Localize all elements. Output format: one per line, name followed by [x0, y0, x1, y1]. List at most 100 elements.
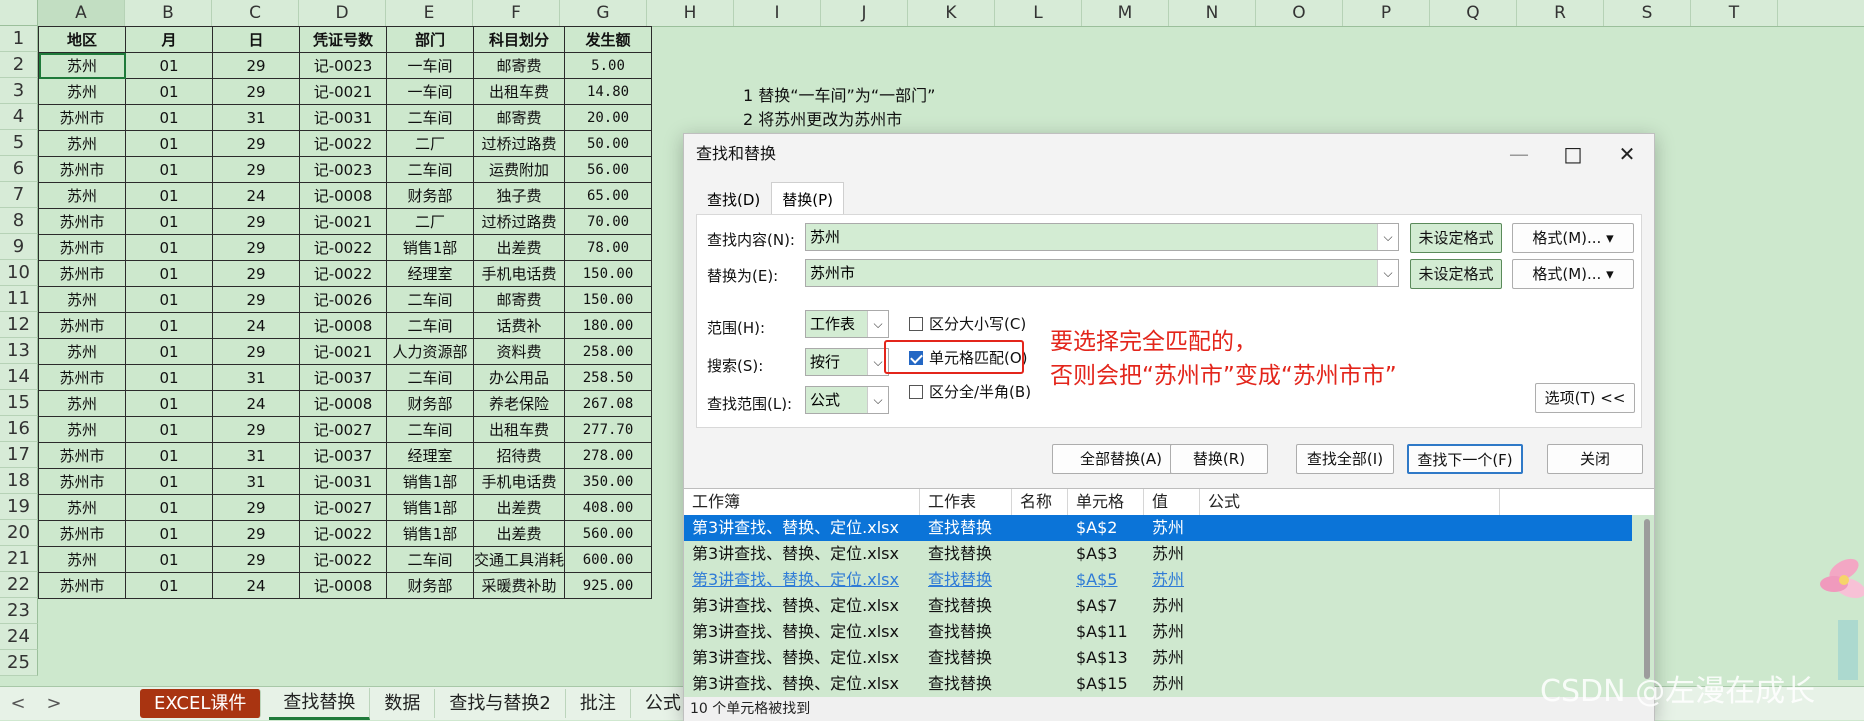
- replace-button[interactable]: 替换(R): [1170, 444, 1268, 474]
- table-cell[interactable]: 二车间: [386, 286, 474, 313]
- replace-format-button[interactable]: 格式(M)... ▾: [1512, 259, 1634, 289]
- data-table[interactable]: 地区月日凭证号数 部门 科目划分 发生额 苏州 01 29 记-0023 一车间 邮寄费 5.00 苏…: [38, 26, 653, 599]
- tab-find[interactable]: 查找(D): [696, 182, 771, 217]
- row-header[interactable]: 23: [0, 598, 38, 624]
- select-all-corner[interactable]: [0, 0, 38, 26]
- result-column-header[interactable]: 工作簿: [684, 489, 920, 515]
- row-header[interactable]: 4: [0, 104, 38, 130]
- table-cell[interactable]: 24: [212, 182, 300, 209]
- row-header[interactable]: 5: [0, 130, 38, 156]
- results-scrollbar[interactable]: [1644, 519, 1650, 679]
- close-icon[interactable]: ✕: [1600, 134, 1654, 174]
- column-header[interactable]: F: [473, 0, 560, 26]
- row-header[interactable]: 3: [0, 78, 38, 104]
- chevron-down-icon[interactable]: ⌵: [867, 311, 888, 337]
- column-header[interactable]: I: [734, 0, 821, 26]
- table-cell[interactable]: 经理室: [386, 260, 474, 287]
- next-sheet-button[interactable]: >: [36, 693, 72, 714]
- column-header[interactable]: G: [560, 0, 647, 26]
- table-cell[interactable]: 二车间: [386, 416, 474, 443]
- table-cell[interactable]: 苏州市: [38, 572, 126, 599]
- table-cell[interactable]: 手机电话费: [472, 260, 566, 287]
- table-cell[interactable]: 01: [125, 468, 213, 495]
- table-cell[interactable]: 苏州: [38, 546, 126, 573]
- table-cell[interactable]: 01: [125, 182, 213, 209]
- column-header[interactable]: J: [821, 0, 908, 26]
- table-cell[interactable]: 267.08: [564, 390, 653, 417]
- replace-format-status-button[interactable]: 未设定格式: [1410, 259, 1502, 289]
- table-cell[interactable]: 29: [212, 208, 300, 235]
- table-cell[interactable]: 31: [212, 442, 300, 469]
- table-cell[interactable]: 苏州市: [38, 364, 126, 391]
- table-cell[interactable]: 记-0008: [299, 182, 387, 209]
- table-cell[interactable]: 记-0031: [299, 104, 387, 131]
- table-cell[interactable]: 苏州市: [38, 156, 126, 183]
- row-header[interactable]: 6: [0, 156, 38, 182]
- column-heading[interactable]: 凭证号数: [299, 26, 387, 53]
- row-header[interactable]: 2: [0, 52, 38, 78]
- column-header[interactable]: K: [908, 0, 995, 26]
- table-cell[interactable]: 记-0037: [299, 442, 387, 469]
- close-button[interactable]: 关闭: [1547, 444, 1643, 474]
- table-cell[interactable]: 二车间: [386, 104, 474, 131]
- table-cell[interactable]: 苏州市: [38, 208, 126, 235]
- find-format-button[interactable]: 格式(M)... ▾: [1512, 223, 1634, 253]
- row-header[interactable]: 14: [0, 364, 38, 390]
- look-in-select[interactable]: 公式 ⌵: [805, 386, 889, 414]
- column-header[interactable]: Q: [1430, 0, 1517, 26]
- table-cell[interactable]: 苏州市: [38, 442, 126, 469]
- table-cell[interactable]: 财务部: [386, 182, 474, 209]
- row-header[interactable]: 18: [0, 468, 38, 494]
- result-row[interactable]: 第3讲查找、替换、定位.xlsx 查找替换 $A$2 苏州: [684, 515, 1632, 541]
- column-header[interactable]: R: [1517, 0, 1604, 26]
- table-cell[interactable]: 话费补: [472, 312, 566, 339]
- column-header[interactable]: N: [1169, 0, 1256, 26]
- column-header[interactable]: B: [125, 0, 212, 26]
- chevron-down-icon[interactable]: ⌵: [867, 387, 888, 413]
- table-cell[interactable]: 78.00: [564, 234, 653, 261]
- minimize-icon[interactable]: —: [1492, 134, 1546, 174]
- table-cell[interactable]: 01: [125, 364, 213, 391]
- table-cell[interactable]: 50.00: [564, 130, 653, 157]
- column-heading[interactable]: 部门: [386, 26, 474, 53]
- table-cell[interactable]: 350.00: [564, 468, 653, 495]
- table-cell[interactable]: 出差费: [472, 234, 566, 261]
- row-header[interactable]: 12: [0, 312, 38, 338]
- result-column-header[interactable]: 工作表: [920, 489, 1012, 515]
- find-all-button[interactable]: 查找全部(I): [1296, 444, 1394, 474]
- table-cell[interactable]: 记-0008: [299, 312, 387, 339]
- table-cell[interactable]: 925.00: [564, 572, 653, 599]
- column-heading[interactable]: 地区: [38, 26, 126, 53]
- table-cell[interactable]: 408.00: [564, 494, 653, 521]
- table-cell[interactable]: 01: [125, 286, 213, 313]
- table-cell[interactable]: 记-0023: [299, 156, 387, 183]
- table-cell[interactable]: 苏州市: [38, 468, 126, 495]
- table-cell[interactable]: 运费附加: [472, 156, 566, 183]
- column-header[interactable]: H: [647, 0, 734, 26]
- column-header[interactable]: E: [386, 0, 473, 26]
- table-cell[interactable]: 记-0022: [299, 234, 387, 261]
- tab-find-replace-2[interactable]: 查找与替换2: [435, 689, 566, 718]
- table-cell[interactable]: 苏州市: [38, 260, 126, 287]
- table-cell[interactable]: 记-0021: [299, 78, 387, 105]
- table-cell[interactable]: 31: [212, 468, 300, 495]
- table-cell[interactable]: 销售1部: [386, 468, 474, 495]
- prev-sheet-button[interactable]: <: [0, 693, 36, 714]
- table-cell[interactable]: 邮寄费: [472, 286, 566, 313]
- table-cell[interactable]: 出租车费: [472, 78, 566, 105]
- column-header[interactable]: P: [1343, 0, 1430, 26]
- replace-with-input[interactable]: 苏州市 ⌵: [805, 259, 1399, 287]
- table-cell[interactable]: 01: [125, 208, 213, 235]
- table-cell[interactable]: 01: [125, 494, 213, 521]
- table-cell[interactable]: 258.00: [564, 338, 653, 365]
- result-column-header[interactable]: 公式: [1200, 489, 1500, 515]
- column-header[interactable]: L: [995, 0, 1082, 26]
- column-header[interactable]: O: [1256, 0, 1343, 26]
- table-cell[interactable]: 65.00: [564, 182, 653, 209]
- row-header[interactable]: 7: [0, 182, 38, 208]
- table-cell[interactable]: 二车间: [386, 156, 474, 183]
- row-header[interactable]: 24: [0, 624, 38, 650]
- find-next-button[interactable]: 查找下一个(F): [1407, 444, 1523, 474]
- tab-find-replace[interactable]: 查找替换: [269, 687, 371, 720]
- find-format-status-button[interactable]: 未设定格式: [1410, 223, 1502, 253]
